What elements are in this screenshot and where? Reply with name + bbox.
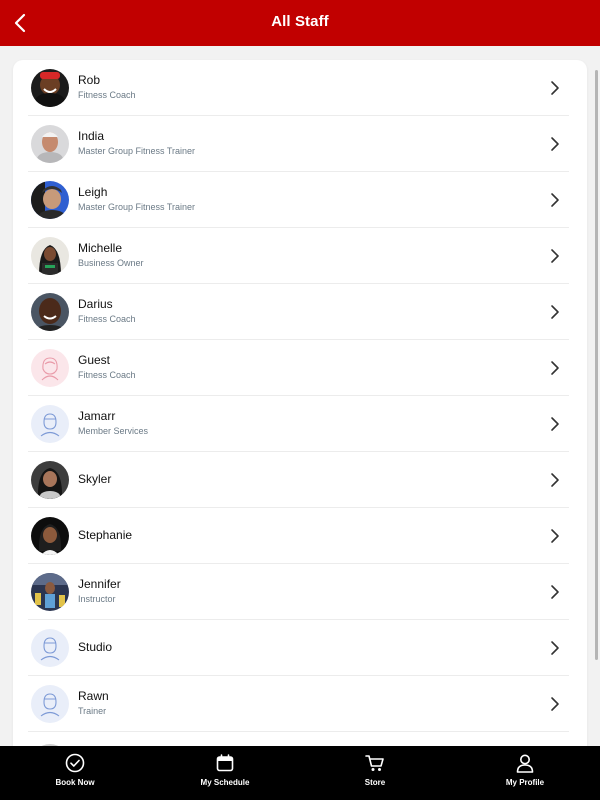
staff-row-jamarr[interactable]: Jamarr Member Services	[28, 396, 569, 452]
tab-label: My Schedule	[200, 778, 250, 787]
staff-name: Rob	[78, 73, 101, 87]
male-placeholder-icon	[31, 685, 69, 723]
staff-name: India	[78, 129, 105, 143]
staff-name: Rawn	[78, 689, 109, 703]
staff-role: Fitness Coach	[78, 314, 136, 324]
staff-row-guest[interactable]: Guest Fitness Coach	[28, 340, 569, 396]
avatar	[31, 349, 69, 387]
tab-store[interactable]: Store	[320, 746, 430, 800]
staff-row-jennifer[interactable]: Jennifer Instructor	[28, 564, 569, 620]
male-placeholder-icon	[31, 405, 69, 443]
chevron-right-icon	[551, 529, 559, 543]
cart-icon	[365, 755, 384, 771]
tab-book-now[interactable]: Book Now	[20, 746, 130, 800]
app-header: All Staff	[0, 0, 600, 46]
staff-name: Leigh	[78, 185, 108, 199]
tab-my-profile[interactable]: My Profile	[470, 746, 580, 800]
avatar	[31, 237, 69, 275]
staff-row-india[interactable]: India Master Group Fitness Trainer	[28, 116, 569, 172]
staff-name: Stephanie	[78, 528, 133, 542]
male-placeholder-icon	[31, 629, 69, 667]
chevron-right-icon	[551, 361, 559, 375]
check-circle-icon	[65, 753, 85, 773]
avatar	[31, 573, 69, 611]
avatar	[31, 517, 69, 555]
staff-name: Jennifer	[78, 577, 121, 591]
staff-row-leigh[interactable]: Leigh Master Group Fitness Trainer	[28, 172, 569, 228]
chevron-right-icon	[551, 305, 559, 319]
staff-role: Master Group Fitness Trainer	[78, 146, 196, 156]
tab-my-schedule[interactable]: My Schedule	[170, 746, 280, 800]
staff-role: Fitness Coach	[78, 370, 136, 380]
staff-list: Rob Fitness Coach India Master Group Fit…	[13, 60, 587, 760]
chevron-right-icon	[551, 81, 559, 95]
bottom-tab-bar: Book Now My Schedule Store My Profile	[0, 746, 600, 800]
staff-role: Trainer	[78, 706, 107, 716]
staff-row-michelle[interactable]: Michelle Business Owner	[28, 228, 569, 284]
staff-row-rawn[interactable]: Rawn Trainer	[28, 676, 569, 732]
staff-name: Jamarr	[78, 409, 116, 423]
avatar	[31, 629, 69, 667]
staff-role: Business Owner	[78, 258, 144, 268]
scrollbar[interactable]	[595, 70, 598, 660]
staff-name: Darius	[78, 297, 113, 311]
chevron-right-icon	[551, 417, 559, 431]
tab-label: My Profile	[505, 778, 545, 787]
staff-role: Master Group Fitness Trainer	[78, 202, 196, 212]
avatar	[31, 69, 69, 107]
avatar	[31, 181, 69, 219]
staff-row-rob[interactable]: Rob Fitness Coach	[28, 60, 569, 116]
user-icon	[516, 754, 534, 773]
staff-row-skyler[interactable]: Skyler	[28, 452, 569, 508]
staff-role: Member Services	[78, 426, 149, 436]
staff-name: Studio	[78, 640, 113, 654]
staff-name: Michelle	[78, 241, 123, 255]
chevron-right-icon	[551, 641, 559, 655]
staff-name: Guest	[78, 353, 111, 367]
avatar	[31, 125, 69, 163]
chevron-right-icon	[551, 585, 559, 599]
staff-name: Skyler	[78, 472, 112, 486]
staff-row-studio[interactable]: Studio	[28, 620, 569, 676]
chevron-right-icon	[551, 473, 559, 487]
avatar	[31, 685, 69, 723]
avatar	[31, 461, 69, 499]
calendar-icon	[216, 754, 234, 772]
page-title: All Staff	[271, 13, 329, 30]
staff-role: Fitness Coach	[78, 90, 136, 100]
staff-row-darius[interactable]: Darius Fitness Coach	[28, 284, 569, 340]
chevron-right-icon	[551, 137, 559, 151]
staff-role: Instructor	[78, 594, 116, 604]
female-placeholder-icon	[31, 349, 69, 387]
staff-row-stephanie[interactable]: Stephanie	[28, 508, 569, 564]
chevron-right-icon	[551, 697, 559, 711]
tab-label: Store	[364, 778, 386, 787]
chevron-right-icon	[551, 249, 559, 263]
avatar	[31, 293, 69, 331]
chevron-right-icon	[551, 193, 559, 207]
avatar	[31, 405, 69, 443]
tab-label: Book Now	[55, 778, 95, 787]
